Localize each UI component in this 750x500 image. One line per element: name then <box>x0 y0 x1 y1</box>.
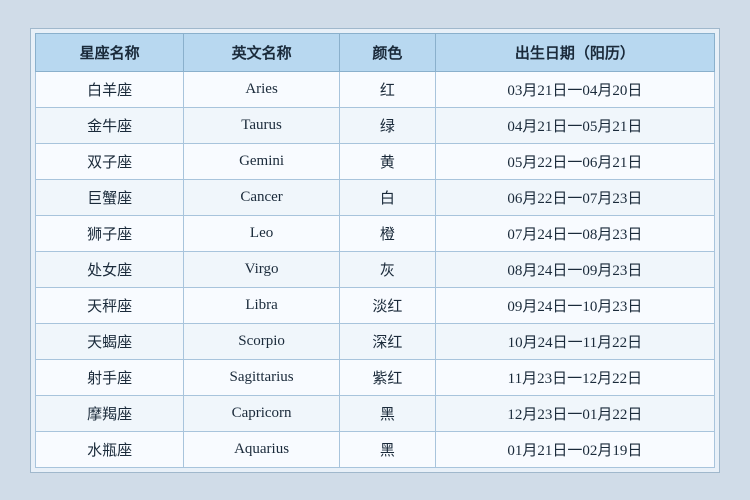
cell-chinese: 水瓶座 <box>36 431 184 467</box>
cell-dates: 08月24日一09月23日 <box>435 251 714 287</box>
cell-dates: 12月23日一01月22日 <box>435 395 714 431</box>
table-row: 射手座Sagittarius紫红11月23日一12月22日 <box>36 359 715 395</box>
cell-chinese: 天秤座 <box>36 287 184 323</box>
cell-dates: 07月24日一08月23日 <box>435 215 714 251</box>
table-row: 处女座Virgo灰08月24日一09月23日 <box>36 251 715 287</box>
cell-dates: 11月23日一12月22日 <box>435 359 714 395</box>
cell-color: 绿 <box>339 107 435 143</box>
cell-english: Gemini <box>184 143 340 179</box>
zodiac-table: 星座名称 英文名称 颜色 出生日期（阳历） 白羊座Aries红03月21日一04… <box>35 33 715 468</box>
header-dates: 出生日期（阳历） <box>435 33 714 71</box>
cell-color: 黄 <box>339 143 435 179</box>
cell-color: 灰 <box>339 251 435 287</box>
cell-color: 白 <box>339 179 435 215</box>
table-row: 金牛座Taurus绿04月21日一05月21日 <box>36 107 715 143</box>
header-english-name: 英文名称 <box>184 33 340 71</box>
cell-english: Taurus <box>184 107 340 143</box>
cell-dates: 03月21日一04月20日 <box>435 71 714 107</box>
zodiac-table-container: 星座名称 英文名称 颜色 出生日期（阳历） 白羊座Aries红03月21日一04… <box>30 28 720 473</box>
cell-english: Leo <box>184 215 340 251</box>
cell-english: Aries <box>184 71 340 107</box>
cell-english: Aquarius <box>184 431 340 467</box>
table-row: 天蝎座Scorpio深红10月24日一11月22日 <box>36 323 715 359</box>
cell-dates: 06月22日一07月23日 <box>435 179 714 215</box>
cell-color: 黑 <box>339 431 435 467</box>
cell-english: Sagittarius <box>184 359 340 395</box>
cell-chinese: 狮子座 <box>36 215 184 251</box>
table-header-row: 星座名称 英文名称 颜色 出生日期（阳历） <box>36 33 715 71</box>
header-color: 颜色 <box>339 33 435 71</box>
cell-color: 淡红 <box>339 287 435 323</box>
table-row: 水瓶座Aquarius黑01月21日一02月19日 <box>36 431 715 467</box>
cell-chinese: 天蝎座 <box>36 323 184 359</box>
cell-chinese: 处女座 <box>36 251 184 287</box>
cell-dates: 01月21日一02月19日 <box>435 431 714 467</box>
cell-english: Scorpio <box>184 323 340 359</box>
cell-chinese: 巨蟹座 <box>36 179 184 215</box>
cell-dates: 04月21日一05月21日 <box>435 107 714 143</box>
cell-color: 黑 <box>339 395 435 431</box>
table-row: 狮子座Leo橙07月24日一08月23日 <box>36 215 715 251</box>
cell-dates: 09月24日一10月23日 <box>435 287 714 323</box>
cell-english: Virgo <box>184 251 340 287</box>
cell-chinese: 摩羯座 <box>36 395 184 431</box>
table-row: 白羊座Aries红03月21日一04月20日 <box>36 71 715 107</box>
table-row: 摩羯座Capricorn黑12月23日一01月22日 <box>36 395 715 431</box>
cell-color: 橙 <box>339 215 435 251</box>
cell-chinese: 金牛座 <box>36 107 184 143</box>
cell-color: 红 <box>339 71 435 107</box>
table-row: 双子座Gemini黄05月22日一06月21日 <box>36 143 715 179</box>
table-row: 天秤座Libra淡红09月24日一10月23日 <box>36 287 715 323</box>
cell-color: 深红 <box>339 323 435 359</box>
cell-chinese: 双子座 <box>36 143 184 179</box>
cell-dates: 05月22日一06月21日 <box>435 143 714 179</box>
cell-dates: 10月24日一11月22日 <box>435 323 714 359</box>
table-row: 巨蟹座Cancer白06月22日一07月23日 <box>36 179 715 215</box>
cell-chinese: 射手座 <box>36 359 184 395</box>
cell-color: 紫红 <box>339 359 435 395</box>
cell-chinese: 白羊座 <box>36 71 184 107</box>
cell-english: Capricorn <box>184 395 340 431</box>
header-chinese-name: 星座名称 <box>36 33 184 71</box>
cell-english: Cancer <box>184 179 340 215</box>
cell-english: Libra <box>184 287 340 323</box>
